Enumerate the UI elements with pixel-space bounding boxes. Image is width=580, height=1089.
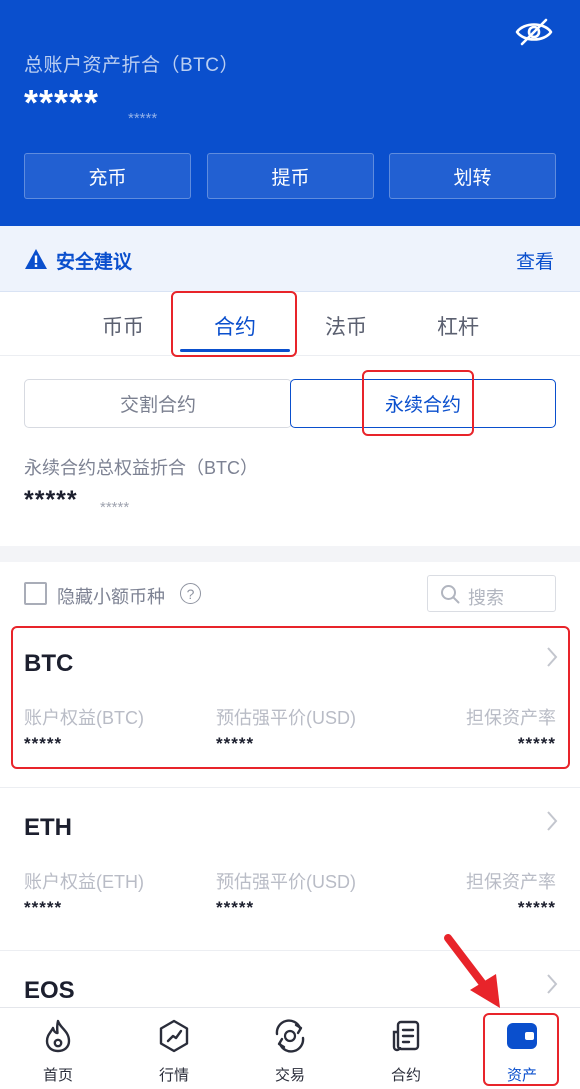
total-assets-value: ***** (24, 82, 100, 123)
hide-small-balance-label[interactable]: 隐藏小额币种 (57, 583, 165, 609)
margin-ratio-value: ***** (517, 898, 556, 917)
liquidation-price-value: ***** (216, 898, 255, 917)
market-icon (156, 1018, 192, 1054)
coin-name: BTC (24, 650, 74, 677)
chevron-right-icon (547, 974, 558, 994)
perpetual-equity-value: ***** (24, 486, 78, 514)
fire-icon (40, 1018, 76, 1054)
eye-off-icon (515, 18, 553, 46)
tab-margin[interactable]: 杠杆 (413, 311, 503, 341)
liquidation-price-value: ***** (216, 734, 255, 753)
nav-trade-label: 交易 (274, 1067, 305, 1084)
active-tab-indicator (180, 349, 290, 352)
help-icon[interactable]: ? (180, 583, 201, 604)
deposit-button[interactable]: 充币 (24, 153, 191, 199)
liquidation-price-label: 预估强平价(USD) (216, 872, 356, 892)
delivery-contract-tab[interactable]: 交割合约 (24, 379, 292, 428)
transfer-button[interactable]: 划转 (389, 153, 556, 199)
withdraw-button[interactable]: 提币 (207, 153, 374, 199)
account-equity-label: 账户权益(ETH) (24, 872, 144, 892)
security-advice-title: 安全建议 (56, 252, 133, 273)
margin-ratio-label: 担保资产率 (466, 708, 556, 728)
security-advice-bar: 安全建议 查看 (0, 226, 580, 292)
hide-balance-button[interactable] (512, 14, 556, 50)
coin-card-btc[interactable]: BTC 账户权益(BTC) 预估强平价(USD) 担保资产率 ***** ***… (0, 624, 580, 787)
account-equity-value: ***** (24, 734, 63, 753)
nav-market[interactable]: 行情 (116, 1008, 232, 1089)
asset-header: 总账户资产折合（BTC） ***** ***** 充币 提币 划转 (0, 0, 580, 226)
total-assets-label: 总账户资产折合（BTC） (24, 55, 240, 76)
nav-contract[interactable]: 合约 (348, 1008, 464, 1089)
perpetual-contract-tab[interactable]: 永续合约 (290, 379, 556, 428)
bottom-nav: 首页 行情 交易 合约 资产 (0, 1007, 580, 1089)
chevron-right-icon (547, 647, 558, 667)
hide-small-balance-checkbox[interactable] (24, 582, 47, 605)
nav-home-label: 首页 (42, 1067, 73, 1084)
liquidation-price-label: 预估强平价(USD) (216, 708, 356, 728)
perpetual-equity-label: 永续合约总权益折合（BTC） (24, 458, 258, 478)
nav-assets[interactable]: 资产 (464, 1008, 580, 1089)
coin-name: EOS (24, 977, 75, 1004)
nav-contract-label: 合约 (390, 1067, 421, 1084)
nav-assets-label: 资产 (506, 1067, 537, 1084)
account-equity-value: ***** (24, 898, 63, 917)
nav-trade[interactable]: 交易 (232, 1008, 348, 1089)
tab-fiat[interactable]: 法币 (301, 311, 391, 341)
coin-card-eos[interactable]: EOS (0, 950, 580, 1007)
warning-icon (25, 249, 47, 269)
nav-home[interactable]: 首页 (0, 1008, 116, 1089)
section-divider (0, 546, 580, 562)
search-icon (441, 585, 460, 604)
trade-icon (272, 1018, 308, 1054)
wallet-icon (504, 1018, 540, 1054)
tab-contract[interactable]: 合约 (190, 311, 280, 341)
total-assets-sub-value: ***** (128, 110, 158, 127)
search-placeholder: 搜索 (468, 588, 504, 608)
account-tabs: 币币 合约 法币 杠杆 (0, 292, 580, 356)
view-security-link[interactable]: 查看 (516, 247, 554, 274)
contract-icon (388, 1018, 424, 1054)
tab-spot[interactable]: 币币 (78, 311, 168, 341)
nav-market-label: 行情 (158, 1067, 189, 1084)
coin-card-eth[interactable]: ETH 账户权益(ETH) 预估强平价(USD) 担保资产率 ***** ***… (0, 787, 580, 950)
margin-ratio-label: 担保资产率 (466, 872, 556, 892)
coin-name: ETH (24, 814, 72, 841)
search-input[interactable]: 搜索 (427, 575, 556, 612)
account-equity-label: 账户权益(BTC) (24, 708, 144, 728)
chevron-right-icon (547, 811, 558, 831)
margin-ratio-value: ***** (517, 734, 556, 753)
perpetual-equity-sub-value: ***** (100, 499, 130, 516)
